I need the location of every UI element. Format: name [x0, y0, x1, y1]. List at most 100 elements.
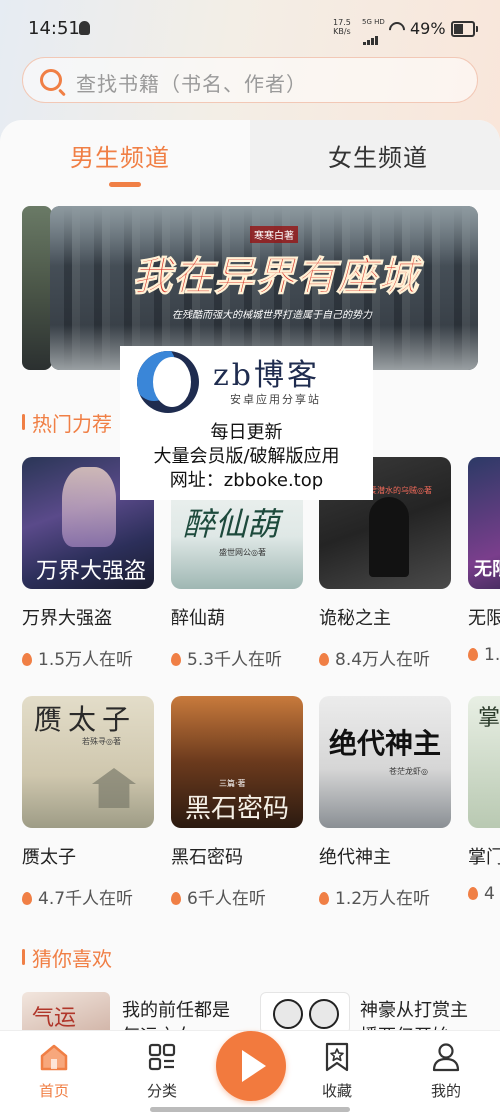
tab-indicator [109, 182, 141, 187]
book-title: 醉仙葫 [171, 608, 225, 629]
flame-icon [22, 892, 32, 905]
recommend-item[interactable]: 气运 我的前任都是 气运之女 [22, 992, 252, 1030]
book-title: 赝太子 [22, 847, 76, 868]
cover-author-text: 若殊寻◎著 [82, 737, 121, 746]
status-time: 14:51 [28, 18, 80, 39]
book-title: 掌门 [468, 847, 500, 868]
cover-title-text: 万界大强盗 [36, 559, 147, 584]
recommend-thumb [260, 992, 350, 1030]
flame-icon [22, 653, 32, 666]
bottom-nav: 首页 分类 收藏 我的 [0, 1030, 500, 1116]
flame-icon [468, 887, 478, 900]
network-type: 5G HD [362, 18, 385, 26]
tab-male-channel[interactable]: 男生频道 [70, 138, 170, 173]
cover-title-text: 赝太子 [34, 703, 137, 736]
nav-home-label: 首页 [38, 1082, 69, 1100]
book-listeners: 4 [468, 884, 495, 904]
nav-favorites[interactable]: 收藏 [297, 1031, 377, 1111]
cover-title-text: 绝代神主 [329, 727, 442, 760]
battery-icon [451, 21, 478, 37]
book-cover: 无限 [468, 457, 500, 589]
home-icon [40, 1044, 68, 1071]
search-icon [40, 69, 62, 91]
watermark-brand: zb博客 [213, 358, 321, 393]
flame-icon [171, 653, 181, 666]
book-title: 无限 [468, 608, 500, 629]
nav-category[interactable]: 分类 [122, 1031, 202, 1111]
category-icon [148, 1043, 176, 1071]
cover-title-text: 无限 [474, 559, 500, 580]
panda-face-icon [273, 999, 303, 1029]
nav-profile[interactable]: 我的 [406, 1031, 486, 1111]
cover-author-text: 盛世网公◎著 [219, 548, 266, 557]
flame-icon [171, 892, 181, 905]
book-cover: 掌 [468, 696, 500, 828]
recommend-thumb: 气运 [22, 992, 110, 1030]
cover-title-text: 黑石密码 [185, 794, 290, 824]
recommend-item[interactable]: 神豪从打赏主 播两亿开始 [260, 992, 490, 1030]
book-cover: 赝太子 若殊寻◎著 [22, 696, 154, 828]
nav-favorites-label: 收藏 [321, 1082, 352, 1100]
recommend-section-marker [22, 949, 25, 965]
hot-section-marker [22, 414, 25, 430]
cover-title-text: 掌 [478, 706, 500, 731]
banner-prev-peek[interactable] [22, 206, 52, 370]
recommend-title-line2: 播两亿开始 [360, 1022, 450, 1030]
search-input[interactable]: 查找书籍（书名、作者） [22, 57, 478, 103]
status-bar: 14:51 17.5 KB/s 5G HD 49% [0, 0, 500, 58]
recommend-title-line2: 气运之女 [122, 1022, 194, 1030]
banner-title: 我在异界有座城 [132, 253, 419, 301]
watermark-line3: 网址：zbboke.top [169, 470, 324, 491]
nav-category-label: 分类 [146, 1082, 177, 1100]
nav-home[interactable]: 首页 [14, 1031, 94, 1111]
watermark-line1: 每日更新 [210, 422, 283, 443]
watermark-tagline: 安卓应用分享站 [230, 393, 321, 406]
book-title: 万界大强盗 [22, 608, 112, 629]
book-listeners: 5.3千人在听 [171, 645, 282, 670]
bookmark-icon [325, 1042, 349, 1072]
flame-icon [468, 648, 478, 661]
network-speed: 17.5 KB/s [333, 18, 351, 36]
watermark-logo [137, 351, 199, 413]
book-title: 黑石密码 [171, 847, 243, 868]
book-listeners: 8.4万人在听 [319, 645, 430, 670]
network-speed-unit: KB/s [333, 27, 351, 36]
main-content: 男生频道 女生频道 寒寒白著 我在异界有座城 在残酷而强大的械城世界打造属于自己… [0, 120, 500, 1030]
thumb-text: 气运 [32, 1006, 77, 1030]
book-cover: 三篇·著 黑石密码 [171, 696, 303, 828]
network-speed-value: 17.5 [333, 18, 351, 27]
battery-percent: 49% [410, 19, 446, 38]
play-icon [242, 1050, 266, 1082]
book-title: 绝代神主 [319, 847, 391, 868]
nav-profile-label: 我的 [430, 1082, 461, 1100]
channel-tabs: 男生频道 女生频道 [0, 120, 500, 200]
play-button[interactable] [216, 1031, 286, 1101]
book-title: 诡秘之主 [319, 608, 391, 629]
profile-icon [432, 1043, 460, 1072]
book-listeners: 4.7千人在听 [22, 884, 133, 909]
flame-icon [319, 653, 329, 666]
book-listeners: 1. [468, 645, 500, 665]
hot-section-title: 热门力荐 [32, 412, 112, 436]
cover-author-text: 苍茫龙虾◎ [389, 767, 428, 776]
signal-icon [363, 26, 379, 45]
recommend-section-title: 猜你喜欢 [32, 947, 112, 971]
recommend-title: 神豪从打赏主 [360, 1000, 468, 1021]
watermark-line2: 大量会员版/破解版应用 [153, 446, 340, 467]
wifi-icon [389, 22, 405, 34]
banner-author-tag: 寒寒白著 [250, 226, 298, 243]
recommend-title: 我的前任都是 [122, 1000, 230, 1021]
qq-notification-icon [79, 21, 90, 35]
book-listeners: 1.2万人在听 [319, 884, 430, 909]
flame-icon [319, 892, 329, 905]
book-listeners: 6千人在听 [171, 884, 266, 909]
cover-title-text: 醉仙葫 [183, 505, 280, 543]
cover-author-text: 爱潜水的乌贼◎著 [369, 486, 432, 495]
banner-subtitle: 在残酷而强大的械城世界打造属于自己的势力 [172, 310, 372, 321]
book-listeners: 1.5万人在听 [22, 645, 133, 670]
book-cover: 绝代神主 苍茫龙虾◎ [319, 696, 451, 828]
tab-female-channel[interactable]: 女生频道 [328, 138, 428, 173]
panda-face-icon [309, 999, 339, 1029]
search-placeholder: 查找书籍（书名、作者） [76, 72, 307, 96]
home-indicator[interactable] [150, 1107, 350, 1112]
